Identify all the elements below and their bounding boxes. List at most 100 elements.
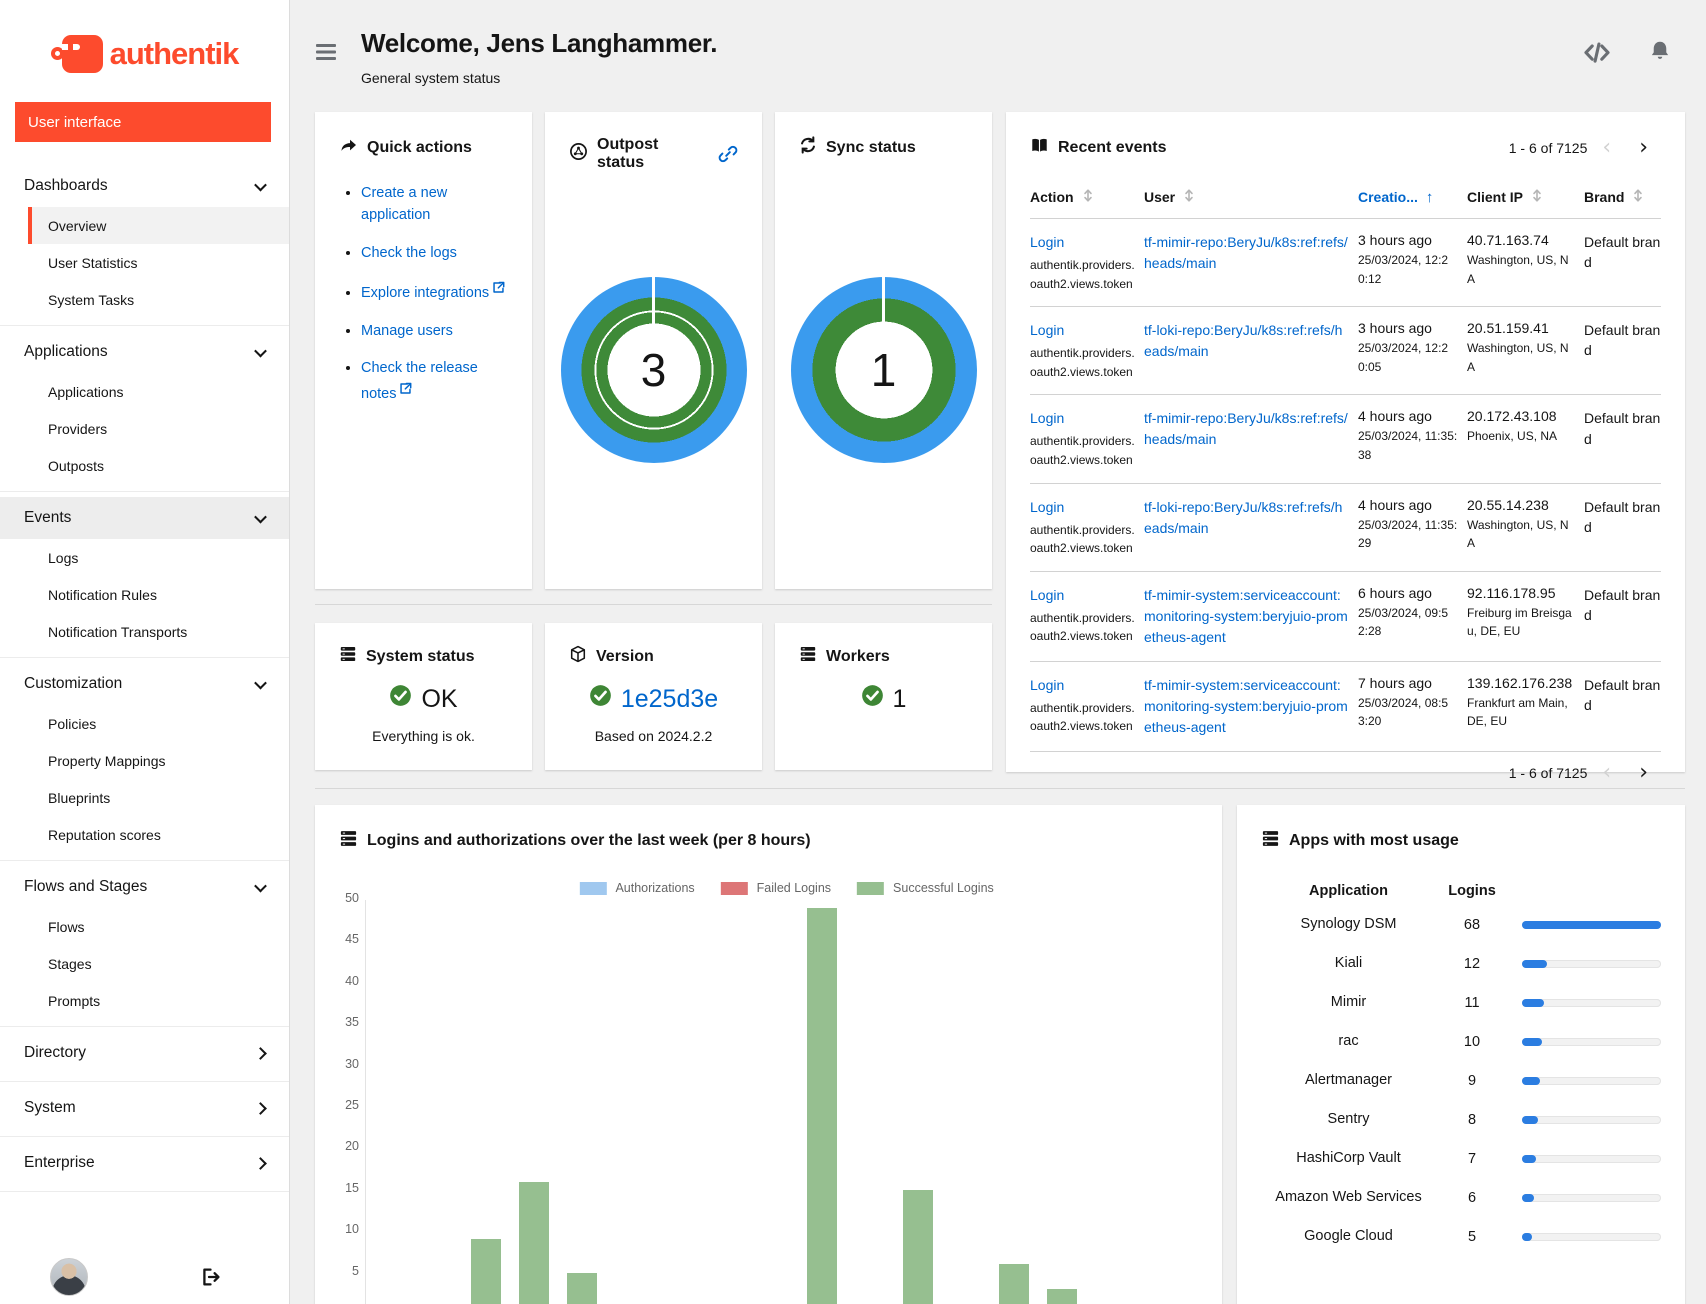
event-action-link[interactable]: Login	[1030, 234, 1064, 250]
sidebar-section-header[interactable]: Flows and Stages	[0, 866, 289, 908]
y-axis-tick-label: 15	[319, 1181, 359, 1195]
sidebar-section-label: Dashboards	[24, 177, 108, 195]
sidebar-section-customization: Customization PoliciesProperty MappingsB…	[0, 657, 289, 860]
event-creation-cell: 3 hours ago 25/03/2024, 12:20:12	[1358, 232, 1458, 293]
pagination-prev-button[interactable]: ‹	[1589, 762, 1624, 784]
app-name: HashiCorp Vault	[1261, 1148, 1436, 1169]
event-timestamp: 25/03/2024, 09:52:28	[1358, 604, 1458, 641]
quick-action-link-create-a-new-application[interactable]: Create a new application	[361, 185, 447, 223]
sidebar: authentik User interface Dashboards Over…	[0, 0, 290, 1304]
y-axis-tick-label: 35	[319, 1015, 359, 1029]
event-brand-cell: Default brand	[1584, 585, 1661, 648]
event-brand-cell: Default brand	[1584, 320, 1661, 381]
sidebar-section-header[interactable]: Enterprise	[0, 1142, 289, 1184]
event-user-link[interactable]: tf-mimir-repo:BeryJu/k8s:ref:refs/heads/…	[1144, 410, 1348, 447]
sidebar-section-header[interactable]: Applications	[0, 331, 289, 373]
chevron-down-icon	[254, 344, 267, 357]
event-action-link[interactable]: Login	[1030, 587, 1064, 603]
event-creation-cell: 4 hours ago 25/03/2024, 11:35:29	[1358, 497, 1458, 558]
pagination-range: 1 - 6 of 7125	[1509, 140, 1588, 156]
version-link[interactable]: 1e25d3e	[621, 685, 718, 714]
sidebar-section-header[interactable]: Customization	[0, 663, 289, 705]
sidebar-section-header[interactable]: Events	[0, 497, 289, 539]
app-login-count: 8	[1436, 1112, 1508, 1128]
main-content: Welcome, Jens Langhammer. General system…	[290, 0, 1706, 1304]
sidebar-item-reputation-scores[interactable]: Reputation scores	[0, 816, 289, 853]
sidebar-nav: Dashboards OverviewUser StatisticsSystem…	[0, 160, 289, 1192]
sidebar-section-label: Flows and Stages	[24, 878, 147, 896]
quick-action-item: Check the logs	[361, 242, 508, 264]
app-name: Synology DSM	[1261, 914, 1436, 935]
sidebar-item-system-tasks[interactable]: System Tasks	[0, 281, 289, 318]
column-header-client-ip[interactable]: Client IP	[1467, 188, 1575, 206]
sidebar-item-property-mappings[interactable]: Property Mappings	[0, 742, 289, 779]
sync-icon	[799, 136, 817, 159]
sidebar-item-notification-transports[interactable]: Notification Transports	[0, 613, 289, 650]
sidebar-item-providers[interactable]: Providers	[0, 410, 289, 447]
version-card: Version 1e25d3e Based on 2024.2.2	[545, 623, 762, 770]
sidebar-item-logs[interactable]: Logs	[0, 539, 289, 576]
sidebar-item-flows[interactable]: Flows	[0, 908, 289, 945]
event-creation-cell: 4 hours ago 25/03/2024, 11:35:38	[1358, 408, 1458, 469]
event-user-link[interactable]: tf-loki-repo:BeryJu/k8s:ref:refs/heads/m…	[1144, 499, 1342, 536]
sidebar-item-notification-rules[interactable]: Notification Rules	[0, 576, 289, 613]
event-action-link[interactable]: Login	[1030, 677, 1064, 693]
share-arrow-icon	[339, 136, 358, 160]
quick-action-link-manage-users[interactable]: Manage users	[361, 323, 453, 339]
event-user-link[interactable]: tf-mimir-system:serviceaccount:monitorin…	[1144, 587, 1348, 645]
event-user-link[interactable]: tf-loki-repo:BeryJu/k8s:ref:refs/heads/m…	[1144, 322, 1342, 359]
column-header-brand[interactable]: Brand	[1584, 188, 1661, 206]
app-login-count: 6	[1436, 1190, 1508, 1206]
external-link-icon	[399, 383, 412, 399]
event-action-link[interactable]: Login	[1030, 410, 1064, 426]
sidebar-item-prompts[interactable]: Prompts	[0, 982, 289, 1019]
sidebar-item-policies[interactable]: Policies	[0, 705, 289, 742]
sidebar-section-header[interactable]: Directory	[0, 1032, 289, 1074]
api-code-icon[interactable]	[1583, 40, 1611, 64]
event-user-link[interactable]: tf-mimir-system:serviceaccount:monitorin…	[1144, 677, 1348, 735]
pagination-next-button[interactable]: ›	[1626, 137, 1661, 159]
column-header-user[interactable]: User	[1144, 188, 1349, 206]
section-divider	[315, 604, 992, 605]
sort-icon	[1082, 188, 1094, 206]
user-interface-button[interactable]: User interface	[15, 102, 271, 142]
event-user-link[interactable]: tf-mimir-repo:BeryJu/k8s:ref:refs/heads/…	[1144, 234, 1348, 271]
user-avatar[interactable]	[50, 1258, 88, 1296]
event-row: Login authentik.providers.oauth2.views.t…	[1030, 572, 1661, 662]
sidebar-section-events: Events LogsNotification RulesNotificatio…	[0, 491, 289, 657]
app-name: Google Cloud	[1261, 1226, 1436, 1247]
event-ip: 20.55.14.238	[1467, 497, 1575, 513]
sidebar-item-outposts[interactable]: Outposts	[0, 447, 289, 484]
pagination-prev-button[interactable]: ‹	[1589, 137, 1624, 159]
sidebar-item-overview[interactable]: Overview	[28, 207, 289, 244]
y-axis-tick-label: 5	[319, 1264, 359, 1278]
chevron-right-icon	[254, 1102, 267, 1115]
sidebar-section-header[interactable]: Dashboards	[0, 165, 289, 207]
event-action-link[interactable]: Login	[1030, 499, 1064, 515]
sort-icon	[1632, 188, 1644, 206]
sidebar-item-blueprints[interactable]: Blueprints	[0, 779, 289, 816]
column-header-action[interactable]: Action	[1030, 188, 1135, 206]
notifications-bell-icon[interactable]	[1649, 40, 1671, 64]
pagination-next-button[interactable]: ›	[1626, 762, 1661, 784]
sidebar-section-header[interactable]: System	[0, 1087, 289, 1129]
legend-swatch	[857, 882, 884, 895]
quick-action-link-check-the-release-notes[interactable]: Check the release notes	[361, 360, 478, 401]
link-icon[interactable]	[718, 144, 738, 164]
sidebar-item-stages[interactable]: Stages	[0, 945, 289, 982]
sign-out-icon[interactable]	[201, 1267, 221, 1287]
app-login-count: 11	[1436, 995, 1508, 1011]
sidebar-section-dashboards: Dashboards OverviewUser StatisticsSystem…	[0, 160, 289, 325]
column-header-creatio-[interactable]: Creatio...↑	[1358, 188, 1458, 206]
event-action-detail: authentik.providers.oauth2.views.token	[1030, 256, 1135, 293]
check-circle-icon	[589, 684, 612, 714]
column-label: Client IP	[1467, 189, 1523, 205]
quick-action-link-check-the-logs[interactable]: Check the logs	[361, 245, 457, 261]
quick-action-link-explore-integrations[interactable]: Explore integrations	[361, 285, 505, 301]
sidebar-item-user-statistics[interactable]: User Statistics	[0, 244, 289, 281]
hamburger-menu-icon[interactable]	[315, 42, 337, 62]
event-action-link[interactable]: Login	[1030, 322, 1064, 338]
event-user-cell: tf-loki-repo:BeryJu/k8s:ref:refs/heads/m…	[1144, 497, 1349, 558]
chevron-down-icon	[254, 676, 267, 689]
sidebar-item-applications[interactable]: Applications	[0, 373, 289, 410]
